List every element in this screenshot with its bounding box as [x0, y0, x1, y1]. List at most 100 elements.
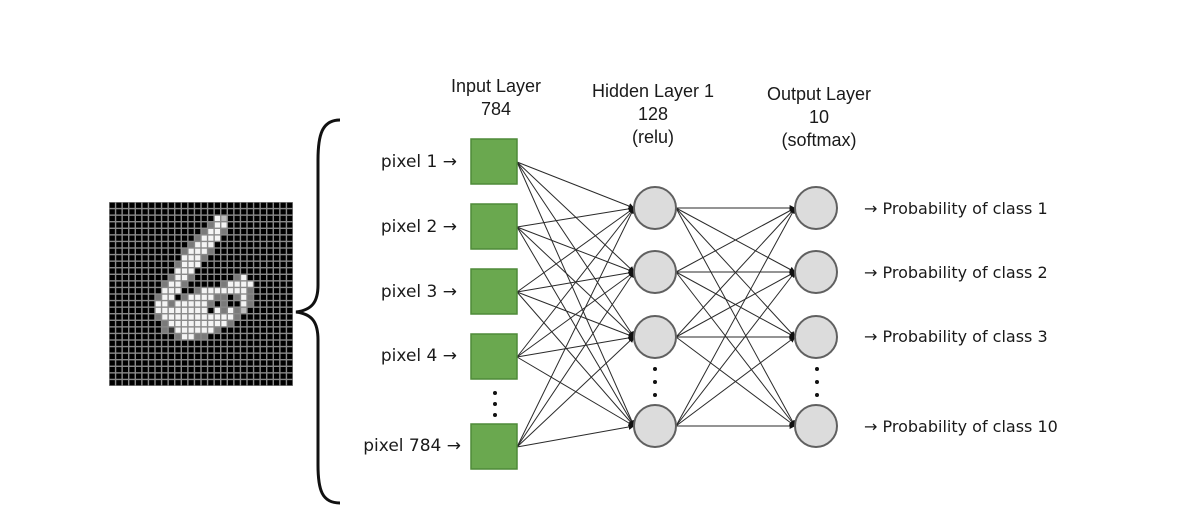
- digit-pixel: [181, 248, 188, 254]
- digit-pixel: [155, 222, 161, 228]
- digit-pixel: [122, 274, 129, 281]
- digit-pixel: [234, 334, 240, 340]
- digit-pixel: [122, 294, 129, 300]
- digit-pixel: [116, 274, 122, 281]
- digit-pixel: [109, 380, 115, 386]
- digit-pixel: [214, 228, 221, 235]
- digit-pixel: [227, 366, 234, 373]
- digit-pixel: [175, 294, 181, 300]
- digit-pixel: [247, 235, 253, 241]
- digit-pixel: [273, 373, 280, 379]
- digit-pixel: [273, 320, 280, 327]
- digit-pixel: [155, 248, 161, 254]
- digit-pixel: [241, 314, 247, 320]
- digit-pixel: [260, 242, 267, 248]
- digit-pixel: [254, 373, 260, 379]
- digit-pixel: [287, 320, 293, 327]
- digit-pixel: [287, 353, 293, 360]
- digit-pixel: [149, 366, 155, 373]
- digit-pixel: [287, 255, 293, 261]
- digit-pixel: [168, 274, 175, 281]
- digit-pixel: [142, 327, 148, 333]
- digit-pixel: [201, 235, 207, 241]
- digit-pixel: [109, 248, 115, 254]
- digit-pixel: [129, 255, 135, 261]
- digit-pixel: [175, 320, 181, 327]
- digit-pixel: [280, 242, 286, 248]
- digit-pixel: [135, 215, 142, 222]
- digit-pixel: [221, 294, 227, 300]
- digit-pixel: [254, 215, 260, 222]
- digit-pixel: [181, 255, 188, 261]
- digit-pixel: [109, 274, 115, 281]
- digit-pixel: [122, 320, 129, 327]
- digit-pixel: [181, 281, 188, 287]
- digit-pixel: [188, 248, 194, 254]
- digit-pixel: [162, 202, 168, 208]
- digit-pixel: [142, 255, 148, 261]
- digit-pixel: [135, 353, 142, 360]
- digit-pixel: [221, 235, 227, 241]
- digit-pixel: [227, 235, 234, 241]
- digit-pixel: [155, 327, 161, 333]
- digit-pixel: [142, 248, 148, 254]
- input-ellipsis: [493, 391, 497, 417]
- digit-pixel: [109, 215, 115, 222]
- digit-pixel: [116, 353, 122, 360]
- digit-pixel: [247, 215, 253, 222]
- digit-pixel: [195, 347, 201, 353]
- digit-pixel: [181, 301, 188, 307]
- digit-pixel: [109, 340, 115, 346]
- digit-pixel: [188, 235, 194, 241]
- output-ellipsis: [815, 367, 819, 397]
- digit-pixel: [260, 360, 267, 366]
- digit-pixel: [162, 288, 168, 294]
- digit-pixel: [260, 248, 267, 254]
- digit-pixel: [227, 202, 234, 208]
- output-layer-nodes: [794, 186, 838, 448]
- output-node: [794, 315, 838, 359]
- digit-pixel: [273, 261, 280, 268]
- digit-pixel: [247, 294, 253, 300]
- digit-pixel: [254, 261, 260, 268]
- digit-pixel: [287, 209, 293, 215]
- digit-pixel: [221, 209, 227, 215]
- digit-pixel: [254, 340, 260, 346]
- digit-pixel: [208, 242, 214, 248]
- digit-pixel: [287, 242, 293, 248]
- digit-pixel: [247, 274, 253, 281]
- digit-pixel: [208, 209, 214, 215]
- digit-pixel: [122, 347, 129, 353]
- hidden-node: [633, 186, 677, 230]
- digit-pixel: [181, 288, 188, 294]
- digit-pixel: [181, 380, 188, 386]
- digit-pixel: [162, 255, 168, 261]
- digit-pixel: [260, 235, 267, 241]
- digit-pixel: [122, 242, 129, 248]
- digit-pixel: [201, 314, 207, 320]
- digit-pixel: [241, 222, 247, 228]
- digit-pixel: [201, 215, 207, 222]
- digit-pixel: [214, 301, 221, 307]
- input-node: [470, 138, 518, 185]
- digit-pixel: [280, 340, 286, 346]
- digit-pixel: [188, 261, 194, 268]
- digit-pixel: [142, 281, 148, 287]
- neural-network-diagram: Input Layer 784 Hidden Layer 1 128 (relu…: [109, 76, 1058, 505]
- digit-pixel: [175, 209, 181, 215]
- digit-pixel: [287, 360, 293, 366]
- digit-pixel: [201, 307, 207, 314]
- digit-pixel: [234, 274, 240, 281]
- output-label-class-10: → Probability of class 10: [864, 417, 1058, 436]
- input-layer-size: 784: [481, 99, 511, 119]
- digit-pixel: [201, 202, 207, 208]
- digit-pixel: [254, 334, 260, 340]
- digit-pixel: [109, 202, 115, 208]
- digit-pixel: [280, 334, 286, 340]
- digit-pixel: [241, 248, 247, 254]
- hidden-node: [633, 404, 677, 448]
- digit-pixel: [247, 340, 253, 346]
- digit-pixel: [208, 268, 214, 274]
- digit-pixel: [280, 235, 286, 241]
- digit-pixel: [142, 261, 148, 268]
